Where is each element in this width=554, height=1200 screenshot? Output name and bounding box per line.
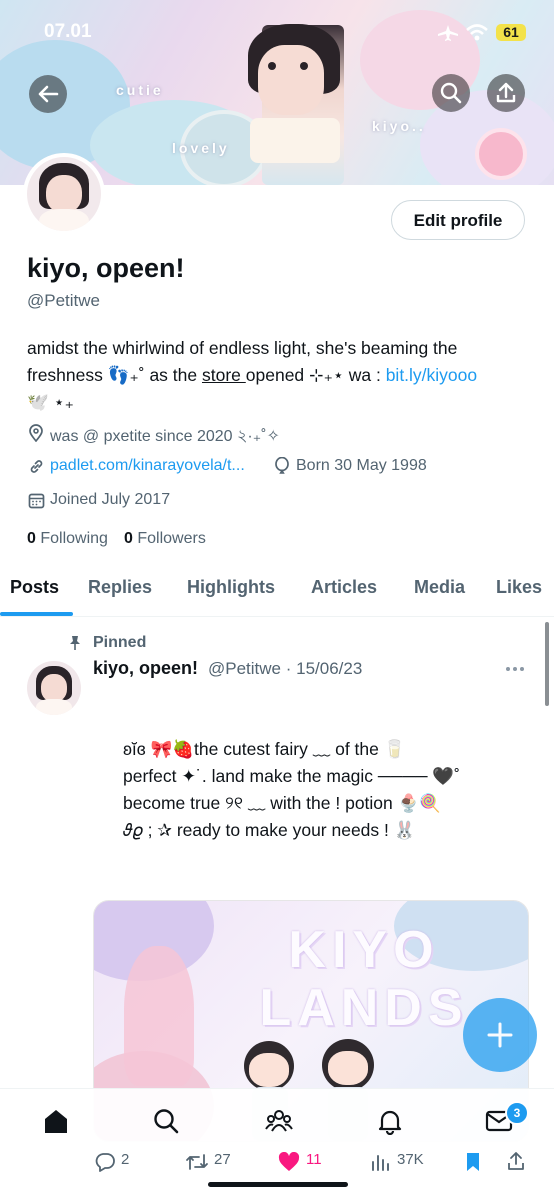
active-tab-indicator — [0, 612, 73, 616]
profile-joined-date: Joined July 2017 — [50, 491, 171, 508]
reply-icon[interactable] — [94, 1152, 116, 1172]
pin-icon — [70, 636, 80, 650]
balloon-icon — [275, 457, 289, 474]
messages-badge: 3 — [505, 1101, 529, 1125]
tab-posts[interactable]: Posts — [10, 577, 59, 598]
bio-line-2: freshness 👣₊˚ as the store opened ⊹₊⋆ wa… — [27, 365, 478, 385]
followers-count: 0 — [124, 530, 133, 547]
bio-line-3: 🕊️ ⋆₊ — [27, 392, 74, 412]
bio-link[interactable]: bit.ly/kiyooo — [386, 365, 477, 385]
bio-line-1: amidst the whirlwind of endless light, s… — [27, 338, 458, 358]
home-icon[interactable] — [42, 1107, 70, 1135]
status-bar: 07.01 61 — [0, 0, 554, 60]
repost-icon[interactable] — [185, 1153, 209, 1171]
back-button[interactable] — [29, 75, 67, 113]
post-line: 𝜗𝜚 ; ✰ ready to make your needs ! 🐰 — [123, 820, 416, 840]
bookmark-icon[interactable] — [464, 1152, 482, 1172]
tab-articles[interactable]: Articles — [311, 577, 377, 598]
edit-profile-button[interactable]: Edit profile — [391, 200, 525, 240]
share-button[interactable] — [487, 74, 525, 112]
profile-bio: amidst the whirlwind of endless light, s… — [27, 335, 532, 416]
post-handle-date[interactable]: @Petitwe · 15/06/23 — [208, 659, 362, 679]
profile-website-link[interactable]: padlet.com/kinarayovela/t... — [50, 457, 245, 475]
scrollbar[interactable] — [545, 622, 549, 706]
tab-likes[interactable]: Likes — [496, 577, 542, 598]
communities-icon[interactable] — [264, 1107, 294, 1135]
compose-post-button[interactable] — [463, 998, 537, 1072]
search-icon — [440, 82, 462, 104]
banner-text-lovely: lovely — [172, 140, 230, 156]
status-time: 07.01 — [44, 21, 92, 42]
views-chart-icon[interactable] — [370, 1153, 390, 1171]
more-options-icon[interactable] — [505, 666, 525, 672]
post-line: ʚĭɞ 🎀🍓the cutest fairy ﹏ of the 🥛 — [123, 739, 406, 759]
reply-count: 2 — [121, 1151, 130, 1168]
post-text: ʚĭɞ 🎀🍓the cutest fairy ﹏ of the 🥛 perfec… — [123, 736, 523, 844]
following-label: Following — [40, 530, 108, 547]
followers-label: Followers — [137, 530, 206, 547]
wifi-icon — [466, 24, 488, 41]
airplane-mode-icon — [438, 25, 458, 41]
location-icon — [29, 424, 43, 442]
display-name: kiyo, opeen! — [27, 253, 185, 283]
post-actions: 2 27 11 37K — [0, 1148, 554, 1178]
repost-count: 27 — [214, 1151, 231, 1168]
post-line: perfect ✦˙. land make the magic ──── 🖤˚ — [123, 766, 460, 786]
tab-replies[interactable]: Replies — [88, 577, 152, 598]
like-count: 11 — [306, 1151, 322, 1168]
banner-text-kiyo: kiyo.. — [372, 118, 426, 134]
following-count: 0 — [27, 530, 36, 547]
share-icon — [496, 82, 516, 103]
views-count: 37K — [397, 1151, 424, 1168]
notifications-bell-icon[interactable] — [376, 1107, 404, 1135]
explore-search-icon[interactable] — [152, 1107, 180, 1135]
share-post-icon[interactable] — [506, 1151, 526, 1171]
profile-avatar[interactable] — [23, 153, 105, 235]
following-link[interactable]: 0 Following — [27, 530, 108, 548]
profile-tabs: Posts Replies Highlights Articles Media … — [0, 570, 554, 617]
profile-location: was @ pxetite since 2020 ২·₊˚✧ — [50, 428, 280, 445]
profile-birthday: Born 30 May 1998 — [296, 457, 427, 474]
pinned-label: Pinned — [93, 634, 147, 651]
profile-handle: @Petitwe — [27, 291, 101, 310]
arrow-left-icon — [38, 85, 59, 103]
post-line: become true ୨୧ ﹏ with the ! potion 🍨🍭 — [123, 793, 442, 813]
battery-indicator: 61 — [496, 24, 526, 41]
tab-highlights[interactable]: Highlights — [187, 577, 275, 598]
plus-icon — [487, 1022, 513, 1048]
search-button[interactable] — [432, 74, 470, 112]
bio-store-link[interactable]: store — [202, 365, 246, 385]
tab-media[interactable]: Media — [414, 577, 465, 598]
home-indicator[interactable] — [208, 1182, 348, 1187]
followers-link[interactable]: 0 Followers — [124, 530, 206, 548]
link-icon — [30, 460, 43, 473]
post-author-name[interactable]: kiyo, opeen! — [93, 658, 198, 679]
like-heart-icon[interactable] — [278, 1152, 300, 1172]
post-author-avatar[interactable] — [27, 661, 81, 715]
calendar-icon — [28, 493, 45, 509]
banner-text-cutie: cutie — [116, 82, 164, 98]
